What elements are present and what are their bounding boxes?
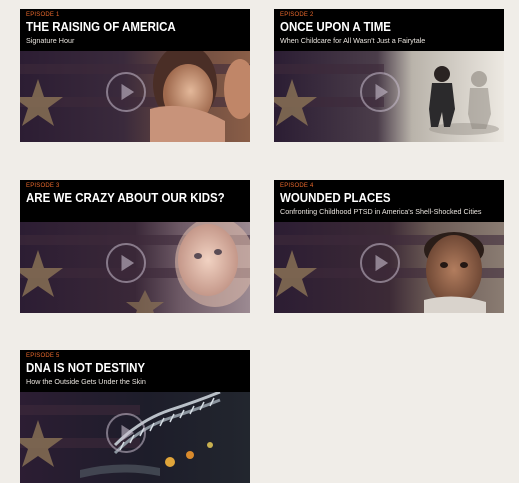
- episode-1-header: EPISODE 1 THE RAISING OF AMERICA Signatu…: [20, 9, 250, 51]
- play-icon[interactable]: [360, 72, 400, 112]
- episode-2-title[interactable]: ONCE UPON A TIME: [280, 20, 481, 34]
- episode-1-title[interactable]: THE RAISING OF AMERICA: [26, 20, 227, 34]
- episode-card-4[interactable]: EPISODE 4 WOUNDED PLACES Confronting Chi…: [274, 180, 504, 313]
- episode-3-header: EPISODE 3 ARE WE CRAZY ABOUT OUR KIDS?: [20, 180, 250, 222]
- episode-2-header: EPISODE 2 ONCE UPON A TIME When Childcar…: [274, 9, 504, 51]
- play-icon[interactable]: [106, 243, 146, 283]
- episode-5-title[interactable]: DNA IS NOT DESTINY: [26, 361, 227, 375]
- episode-1-subtitle: Signature Hour: [26, 36, 75, 45]
- episode-4-title[interactable]: WOUNDED PLACES: [280, 191, 481, 205]
- episode-card-1[interactable]: EPISODE 1 THE RAISING OF AMERICA Signatu…: [20, 9, 250, 142]
- episode-3-title[interactable]: ARE WE CRAZY ABOUT OUR KIDS?: [26, 191, 227, 205]
- episode-4-label: EPISODE 4: [280, 183, 314, 189]
- episode-2-subtitle: When Childcare for All Wasn't Just a Fai…: [280, 36, 426, 45]
- episode-2-label: EPISODE 2: [280, 12, 314, 18]
- episode-3-label: EPISODE 3: [26, 183, 60, 189]
- episode-5-label: EPISODE 5: [26, 353, 60, 359]
- episode-card-2[interactable]: EPISODE 2 ONCE UPON A TIME When Childcar…: [274, 9, 504, 142]
- episode-4-subtitle: Confronting Childhood PTSD in America's …: [280, 207, 482, 216]
- episode-grid: EPISODE 1 THE RAISING OF AMERICA Signatu…: [0, 0, 519, 483]
- episode-card-5[interactable]: EPISODE 5 DNA IS NOT DESTINY How the Out…: [20, 350, 250, 483]
- play-icon[interactable]: [360, 243, 400, 283]
- episode-4-header: EPISODE 4 WOUNDED PLACES Confronting Chi…: [274, 180, 504, 222]
- episode-5-subtitle: How the Outside Gets Under the Skin: [26, 377, 146, 386]
- episode-5-header: EPISODE 5 DNA IS NOT DESTINY How the Out…: [20, 350, 250, 392]
- play-icon[interactable]: [106, 72, 146, 112]
- play-icon[interactable]: [106, 413, 146, 453]
- episode-card-3[interactable]: EPISODE 3 ARE WE CRAZY ABOUT OUR KIDS?: [20, 180, 250, 313]
- episode-1-label: EPISODE 1: [26, 12, 60, 18]
